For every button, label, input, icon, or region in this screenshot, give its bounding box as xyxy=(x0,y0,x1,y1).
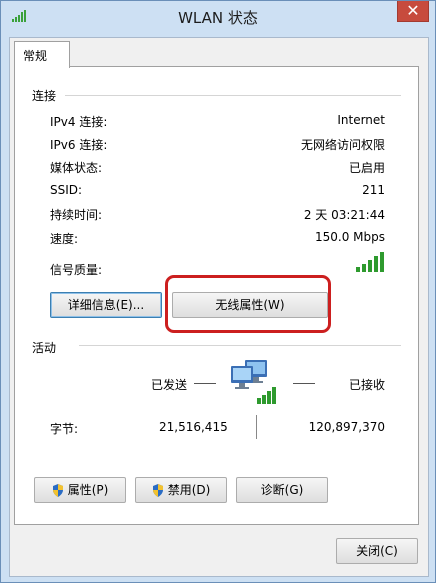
highlight-annotation xyxy=(165,275,331,333)
speed-label: 速度: xyxy=(50,232,79,246)
connection-group-divider xyxy=(65,95,401,96)
media-state-label: 媒体状态: xyxy=(50,161,103,175)
close-button[interactable]: 关闭(C) xyxy=(336,538,418,564)
ipv6-value: 无网络访问权限 xyxy=(300,138,385,152)
ssid-value: 211 xyxy=(362,183,385,197)
signal-strength-icon xyxy=(356,252,384,272)
media-state-value: 已启用 xyxy=(348,161,385,175)
disable-button[interactable]: 禁用(D) xyxy=(135,477,227,503)
uac-shield-icon xyxy=(52,484,63,497)
sent-label: 已发送 xyxy=(151,378,188,392)
duration-value: 2 天 03:21:44 xyxy=(303,208,385,222)
title-bar[interactable]: WLAN 状态 ✕ xyxy=(1,1,435,31)
speed-value: 150.0 Mbps xyxy=(314,230,385,244)
duration-label: 持续时间: xyxy=(50,208,103,222)
connection-group-label: 连接 xyxy=(32,89,57,103)
properties-button[interactable]: 属性(P) xyxy=(34,477,126,503)
uac-shield-icon xyxy=(152,484,163,497)
details-button[interactable]: 详细信息(E)... xyxy=(50,292,162,318)
ipv4-value: Internet xyxy=(337,113,385,127)
ipv6-label: IPv6 连接: xyxy=(50,138,108,152)
sent-line xyxy=(194,383,216,384)
close-icon: ✕ xyxy=(406,1,420,20)
diagnose-button[interactable]: 诊断(G) xyxy=(236,477,328,503)
properties-button-label: 属性(P) xyxy=(67,483,109,497)
bytes-separator xyxy=(256,415,257,439)
signal-quality-label: 信号质量: xyxy=(50,263,103,277)
activity-group-label: 活动 xyxy=(32,341,57,355)
close-window-button[interactable]: ✕ xyxy=(397,1,429,22)
bytes-sent-value: 21,516,415 xyxy=(159,420,228,434)
received-line xyxy=(293,383,315,384)
bytes-label: 字节: xyxy=(50,422,79,436)
activity-group-divider xyxy=(79,345,401,346)
received-label: 已接收 xyxy=(349,378,386,392)
tab-general[interactable]: 常规 xyxy=(14,41,70,68)
wlan-status-window: WLAN 状态 ✕ 常规 连接 IPv4 连接: Internet IPv6 连… xyxy=(0,0,436,583)
bytes-received-value: 120,897,370 xyxy=(308,420,385,434)
network-computers-icon xyxy=(231,360,276,404)
tab-general-label: 常规 xyxy=(23,49,48,63)
ssid-label: SSID: xyxy=(50,183,83,197)
disable-button-label: 禁用(D) xyxy=(167,483,211,497)
window-title: WLAN 状态 xyxy=(178,9,258,27)
ipv4-label: IPv4 连接: xyxy=(50,115,108,129)
